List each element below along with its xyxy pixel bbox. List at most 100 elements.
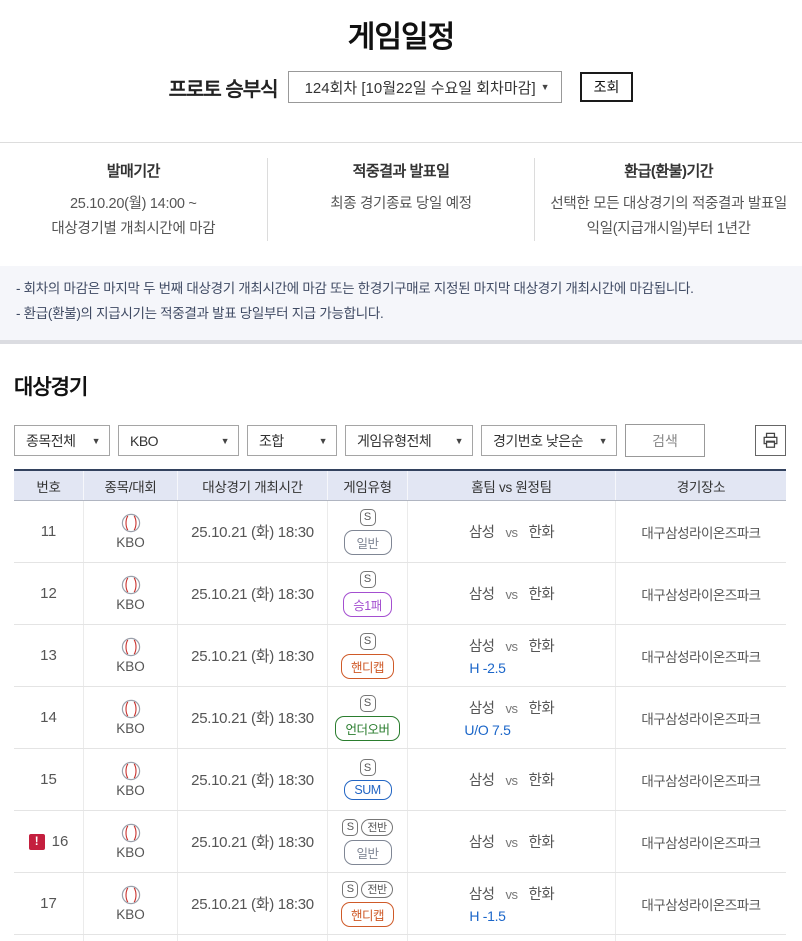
start-time: 25.10.21 (화) 18:30 (191, 896, 314, 914)
filter-dropdown-league[interactable]: KBO ▼ (118, 425, 239, 457)
game-type-top-badges: S 전반 (342, 880, 393, 898)
game-type-cell: S 전반 핸디캡 (328, 873, 408, 935)
teams-cell: 삼성 vs 한화 (408, 563, 616, 625)
venue: 대구삼성라이온즈파크 (641, 897, 761, 913)
table-row: ! 18 KBO 25.10.21 (화) 18:30 S 전반 언더오버 (14, 935, 786, 941)
teams-line: 삼성 vs 한화 (468, 635, 555, 656)
info-box-refund-period: 환급(환불)기간 선택한 모든 대상경기의 적중결과 발표일 익일(지급개시일)… (534, 158, 802, 242)
start-time-cell: 25.10.21 (화) 18:30 (178, 563, 328, 625)
half-badge: 전반 (361, 818, 393, 836)
table-body: ! 11 KBO 25.10.21 (화) 18:30 S 일반 (14, 501, 786, 941)
column-header-game-type: 게임유형 (328, 471, 408, 501)
page-title: 게임일정 (347, 21, 455, 54)
game-number: 13 (40, 647, 57, 665)
venue-cell: 대구삼성라이온즈파크 (616, 935, 786, 941)
away-team: 한화 (528, 587, 555, 604)
column-header-venue: 경기장소 (676, 479, 726, 495)
venue-cell: 대구삼성라이온즈파크 (616, 749, 786, 810)
away-team: 한화 (528, 835, 555, 852)
filter-dropdown-sport[interactable]: 종목전체 ▼ (14, 425, 110, 457)
filter-search-button[interactable]: 검색 (625, 424, 705, 458)
filter-dropdown-combination[interactable]: 조합 ▼ (247, 425, 337, 457)
vs-label: vs (505, 773, 519, 789)
handicap-value: H -1.5 (469, 908, 506, 925)
info-line: 선택한 모든 대상경기의 적중결과 발표일 (550, 196, 787, 212)
venue-cell: 대구삼성라이온즈파크 (616, 563, 786, 624)
home-team: 삼성 (468, 773, 495, 790)
info-line: 최종 경기종료 당일 예정 (330, 196, 472, 212)
league-cell: KBO (84, 811, 178, 873)
teams-cell: 삼성 vs 한화 U/O 3.5 (408, 935, 616, 941)
filter-dropdown-sort-order[interactable]: 경기번호 낮은순 ▼ (481, 425, 617, 457)
start-time: 25.10.21 (화) 18:30 (191, 710, 314, 728)
chevron-down-icon: ▼ (454, 435, 464, 446)
round-selector-label: 프로토 승부식 (168, 78, 279, 101)
baseball-icon (121, 823, 141, 843)
table-row: ! 13 KBO 25.10.21 (화) 18:30 S 핸디캡 (14, 625, 786, 688)
start-time: 25.10.21 (화) 18:30 (191, 586, 314, 604)
game-type-badge: 승1패 (343, 591, 392, 617)
away-team: 한화 (528, 639, 555, 656)
column-header-league: 종목/대회 (84, 471, 178, 501)
start-time-cell: 25.10.21 (화) 18:30 (178, 687, 328, 749)
start-time-cell: 25.10.21 (화) 18:30 (178, 935, 328, 941)
away-team: 한화 (528, 773, 555, 790)
venue: 대구삼성라이온즈파크 (641, 773, 761, 789)
handicap-value: U/O 7.5 (464, 722, 511, 739)
filter-dropdown-value: KBO (130, 432, 159, 449)
game-type-cell: S 일반 (328, 501, 408, 563)
filter-dropdown-game-type[interactable]: 게임유형전체 ▼ (345, 425, 473, 457)
baseball-icon (121, 575, 141, 595)
league-cell: KBO (84, 749, 178, 811)
league-name: KBO (116, 783, 145, 799)
info-box-result-date: 적중결과 발표일 최종 경기종료 당일 예정 (266, 158, 535, 242)
league-cell: KBO (84, 873, 178, 935)
filter-dropdown-value: 종목전체 (26, 432, 76, 449)
game-type-badge: 일반 (343, 839, 392, 865)
game-number: 16 (51, 833, 69, 851)
game-type-top-badges: S (359, 694, 376, 712)
home-team: 삼성 (468, 639, 495, 656)
game-number: 12 (40, 585, 57, 603)
round-select-dropdown[interactable]: 124회차 [10월22일 수요일 회차마감] ▼ (287, 71, 562, 103)
print-button[interactable] (755, 425, 786, 457)
table-row: ! 17 KBO 25.10.21 (화) 18:30 S 전반 핸디캡 (14, 873, 786, 936)
game-type-cell: S 전반 일반 (328, 811, 408, 873)
game-type-cell: S SUM (328, 749, 408, 811)
game-number-cell: ! 14 (14, 687, 84, 749)
vs-label: vs (505, 525, 519, 541)
table-row: ! 11 KBO 25.10.21 (화) 18:30 S 일반 (14, 501, 786, 564)
single-badge: S (359, 632, 376, 650)
filter-dropdown-value: 경기번호 낮은순 (493, 432, 584, 449)
note-line: - 회차의 마감은 마지막 두 번째 대상경기 개최시간에 마감 또는 한경기구… (16, 281, 694, 297)
game-type-cell: S 승1패 (328, 563, 408, 625)
game-type-cell: S 언더오버 (328, 687, 408, 749)
vs-label: vs (505, 835, 519, 851)
sale-info-section: 발매기간 25.10.20(월) 14:00 ~ 대상경기별 개최시간에 마감 … (0, 142, 802, 259)
chevron-down-icon: ▼ (598, 435, 608, 446)
league-name: KBO (116, 721, 145, 737)
section-title-target-games: 대상경기 (14, 376, 88, 400)
home-team: 삼성 (468, 587, 495, 604)
game-type-badge: 언더오버 (335, 715, 400, 741)
column-header-teams: 홈팀 vs 원정팀 (408, 471, 616, 501)
venue-cell: 대구삼성라이온즈파크 (616, 501, 786, 562)
venue-cell: 대구삼성라이온즈파크 (616, 811, 786, 872)
game-type-badge: 일반 (343, 529, 392, 555)
single-badge: S (359, 759, 376, 777)
table-row: ! 14 KBO 25.10.21 (화) 18:30 S 언더오버 (14, 687, 786, 750)
teams-line: 삼성 vs 한화 (469, 521, 555, 542)
round-search-button[interactable]: 조회 (579, 72, 634, 102)
game-number-cell: ! 12 (14, 563, 84, 625)
game-number: 17 (40, 895, 57, 913)
info-title: 적중결과 발표일 (352, 163, 450, 180)
single-badge: S (342, 818, 359, 836)
single-badge: S (359, 570, 376, 588)
baseball-icon (121, 885, 141, 905)
venue: 대구삼성라이온즈파크 (641, 587, 761, 603)
teams-line: 삼성 vs 한화 (469, 697, 555, 718)
venue-cell: 대구삼성라이온즈파크 (616, 687, 786, 748)
teams-cell: 삼성 vs 한화 (408, 749, 616, 811)
handicap-value: H -2.5 (469, 660, 506, 677)
away-team: 한화 (528, 525, 555, 542)
